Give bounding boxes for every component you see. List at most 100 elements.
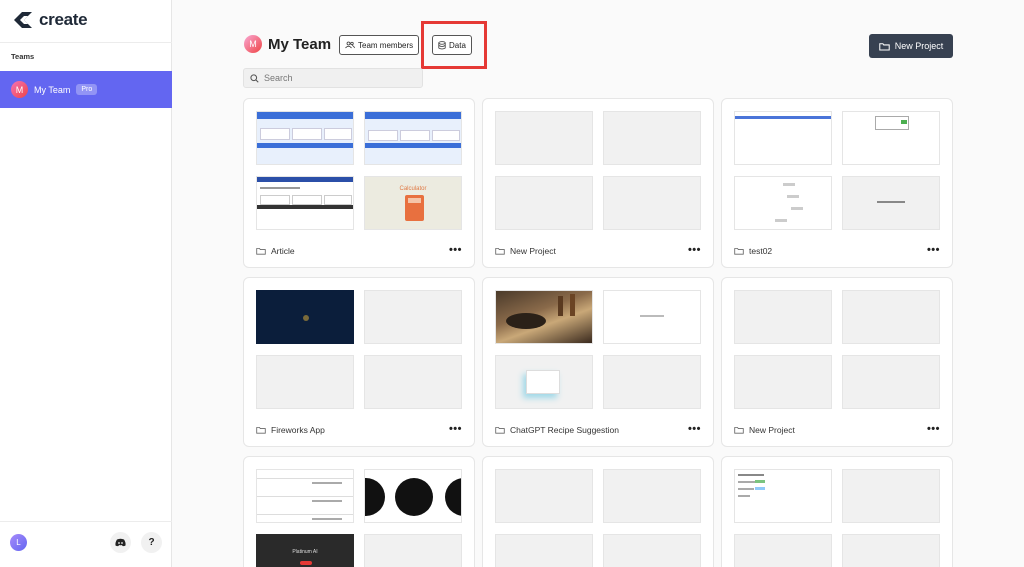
project-thumbnail <box>603 176 701 230</box>
project-thumbnail: Platinum AI <box>256 534 354 567</box>
project-thumbnail <box>364 111 462 165</box>
search-input[interactable] <box>264 73 414 83</box>
project-card-footer: ChatGPT Recipe Suggestion ••• <box>495 424 701 435</box>
new-project-button[interactable]: New Project <box>869 34 953 58</box>
project-thumbnail: Calculator <box>364 176 462 230</box>
sidebar-item-my-team[interactable]: M My Team Pro <box>0 71 172 108</box>
project-card[interactable]: Platinum AI <box>243 456 475 567</box>
project-thumbnail <box>842 176 940 230</box>
team-members-button[interactable]: Team members <box>339 35 420 55</box>
project-thumbnail <box>734 355 832 409</box>
help-button[interactable]: ? <box>141 532 162 553</box>
new-project-label: New Project <box>894 41 944 51</box>
project-name: New Project <box>749 424 795 435</box>
project-thumbnail <box>364 290 462 344</box>
more-options-icon[interactable]: ••• <box>927 245 940 256</box>
project-name: test02 <box>749 245 773 256</box>
project-card-footer: test02 ••• <box>734 245 940 256</box>
project-thumbnail <box>495 111 593 165</box>
calculator-text: Calculator <box>399 186 427 192</box>
more-options-icon[interactable]: ••• <box>688 245 701 256</box>
folder-icon <box>879 42 890 51</box>
project-thumbnail <box>603 534 701 567</box>
project-thumbnail <box>256 290 354 344</box>
users-icon <box>345 41 355 49</box>
project-card[interactable] <box>721 456 953 567</box>
discord-icon <box>115 538 126 547</box>
page-title: My Team <box>268 35 332 53</box>
project-card-footer: Article ••• <box>256 245 462 256</box>
project-card-footer: New Project ••• <box>495 245 701 256</box>
project-thumbnail <box>364 534 462 567</box>
folder-icon <box>256 247 266 255</box>
logo-icon <box>14 12 32 28</box>
search-box[interactable] <box>243 68 423 88</box>
sidebar-item-label: My Team <box>34 84 71 95</box>
project-thumbnail <box>495 355 593 409</box>
project-thumbnail <box>603 111 701 165</box>
project-thumbnail <box>734 534 832 567</box>
project-name: Fireworks App <box>271 424 325 435</box>
project-name: New Project <box>510 245 556 256</box>
sidebar: create Teams M My Team Pro L ? <box>0 0 172 567</box>
project-card[interactable]: test02 ••• <box>721 98 953 268</box>
more-options-icon[interactable]: ••• <box>449 424 462 435</box>
project-card[interactable]: ChatGPT Recipe Suggestion ••• <box>482 277 714 447</box>
pro-badge: Pro <box>76 84 98 95</box>
team-avatar: M <box>244 35 262 53</box>
more-options-icon[interactable]: ••• <box>688 424 701 435</box>
project-card[interactable]: Fireworks App ••• <box>243 277 475 447</box>
project-thumbnail <box>842 469 940 523</box>
sidebar-bottom-divider <box>0 521 172 522</box>
logo-text: create <box>39 10 88 29</box>
project-thumbnail <box>734 290 832 344</box>
project-thumbnail <box>603 355 701 409</box>
project-thumbnail <box>495 176 593 230</box>
project-thumbnail <box>842 355 940 409</box>
platinum-text: Platinum AI <box>292 549 318 555</box>
search-icon <box>250 73 259 83</box>
project-thumbnail <box>256 176 354 230</box>
folder-icon <box>734 247 744 255</box>
project-thumbnail <box>842 290 940 344</box>
project-card[interactable]: Calculator Article ••• <box>243 98 475 268</box>
sidebar-section-title: Teams <box>11 52 35 61</box>
user-avatar[interactable]: L <box>10 534 27 551</box>
project-thumbnail <box>842 534 940 567</box>
team-avatar: M <box>11 81 28 98</box>
project-thumbnail <box>603 469 701 523</box>
project-thumbnail <box>364 355 462 409</box>
project-thumbnail <box>495 534 593 567</box>
project-thumbnail <box>842 111 940 165</box>
project-thumbnail <box>734 176 832 230</box>
logo[interactable]: create <box>12 10 88 30</box>
project-card[interactable]: New Project ••• <box>721 277 953 447</box>
folder-icon <box>256 426 266 434</box>
discord-button[interactable] <box>110 532 131 553</box>
project-thumbnail <box>603 290 701 344</box>
project-name: Article <box>271 245 295 256</box>
team-members-label: Team members <box>358 40 414 50</box>
project-thumbnail <box>734 111 832 165</box>
folder-icon <box>734 426 744 434</box>
project-card[interactable]: New Project ••• <box>482 98 714 268</box>
project-card-footer: New Project ••• <box>734 424 940 435</box>
project-card[interactable] <box>482 456 714 567</box>
project-thumbnail <box>256 469 354 523</box>
project-thumbnail <box>495 290 593 344</box>
highlight-box <box>421 21 487 69</box>
project-thumbnail <box>256 355 354 409</box>
project-thumbnail <box>495 469 593 523</box>
folder-icon <box>495 247 505 255</box>
app-root: create Teams M My Team Pro L ? M My Team <box>0 0 1024 567</box>
project-name: ChatGPT Recipe Suggestion <box>510 424 619 435</box>
sidebar-divider <box>0 42 172 43</box>
more-options-icon[interactable]: ••• <box>449 245 462 256</box>
more-options-icon[interactable]: ••• <box>927 424 940 435</box>
page-header: M My Team <box>244 35 331 53</box>
folder-icon <box>495 426 505 434</box>
project-thumbnail <box>734 469 832 523</box>
project-card-footer: Fireworks App ••• <box>256 424 462 435</box>
project-thumbnail <box>256 111 354 165</box>
project-thumbnail <box>364 469 462 523</box>
